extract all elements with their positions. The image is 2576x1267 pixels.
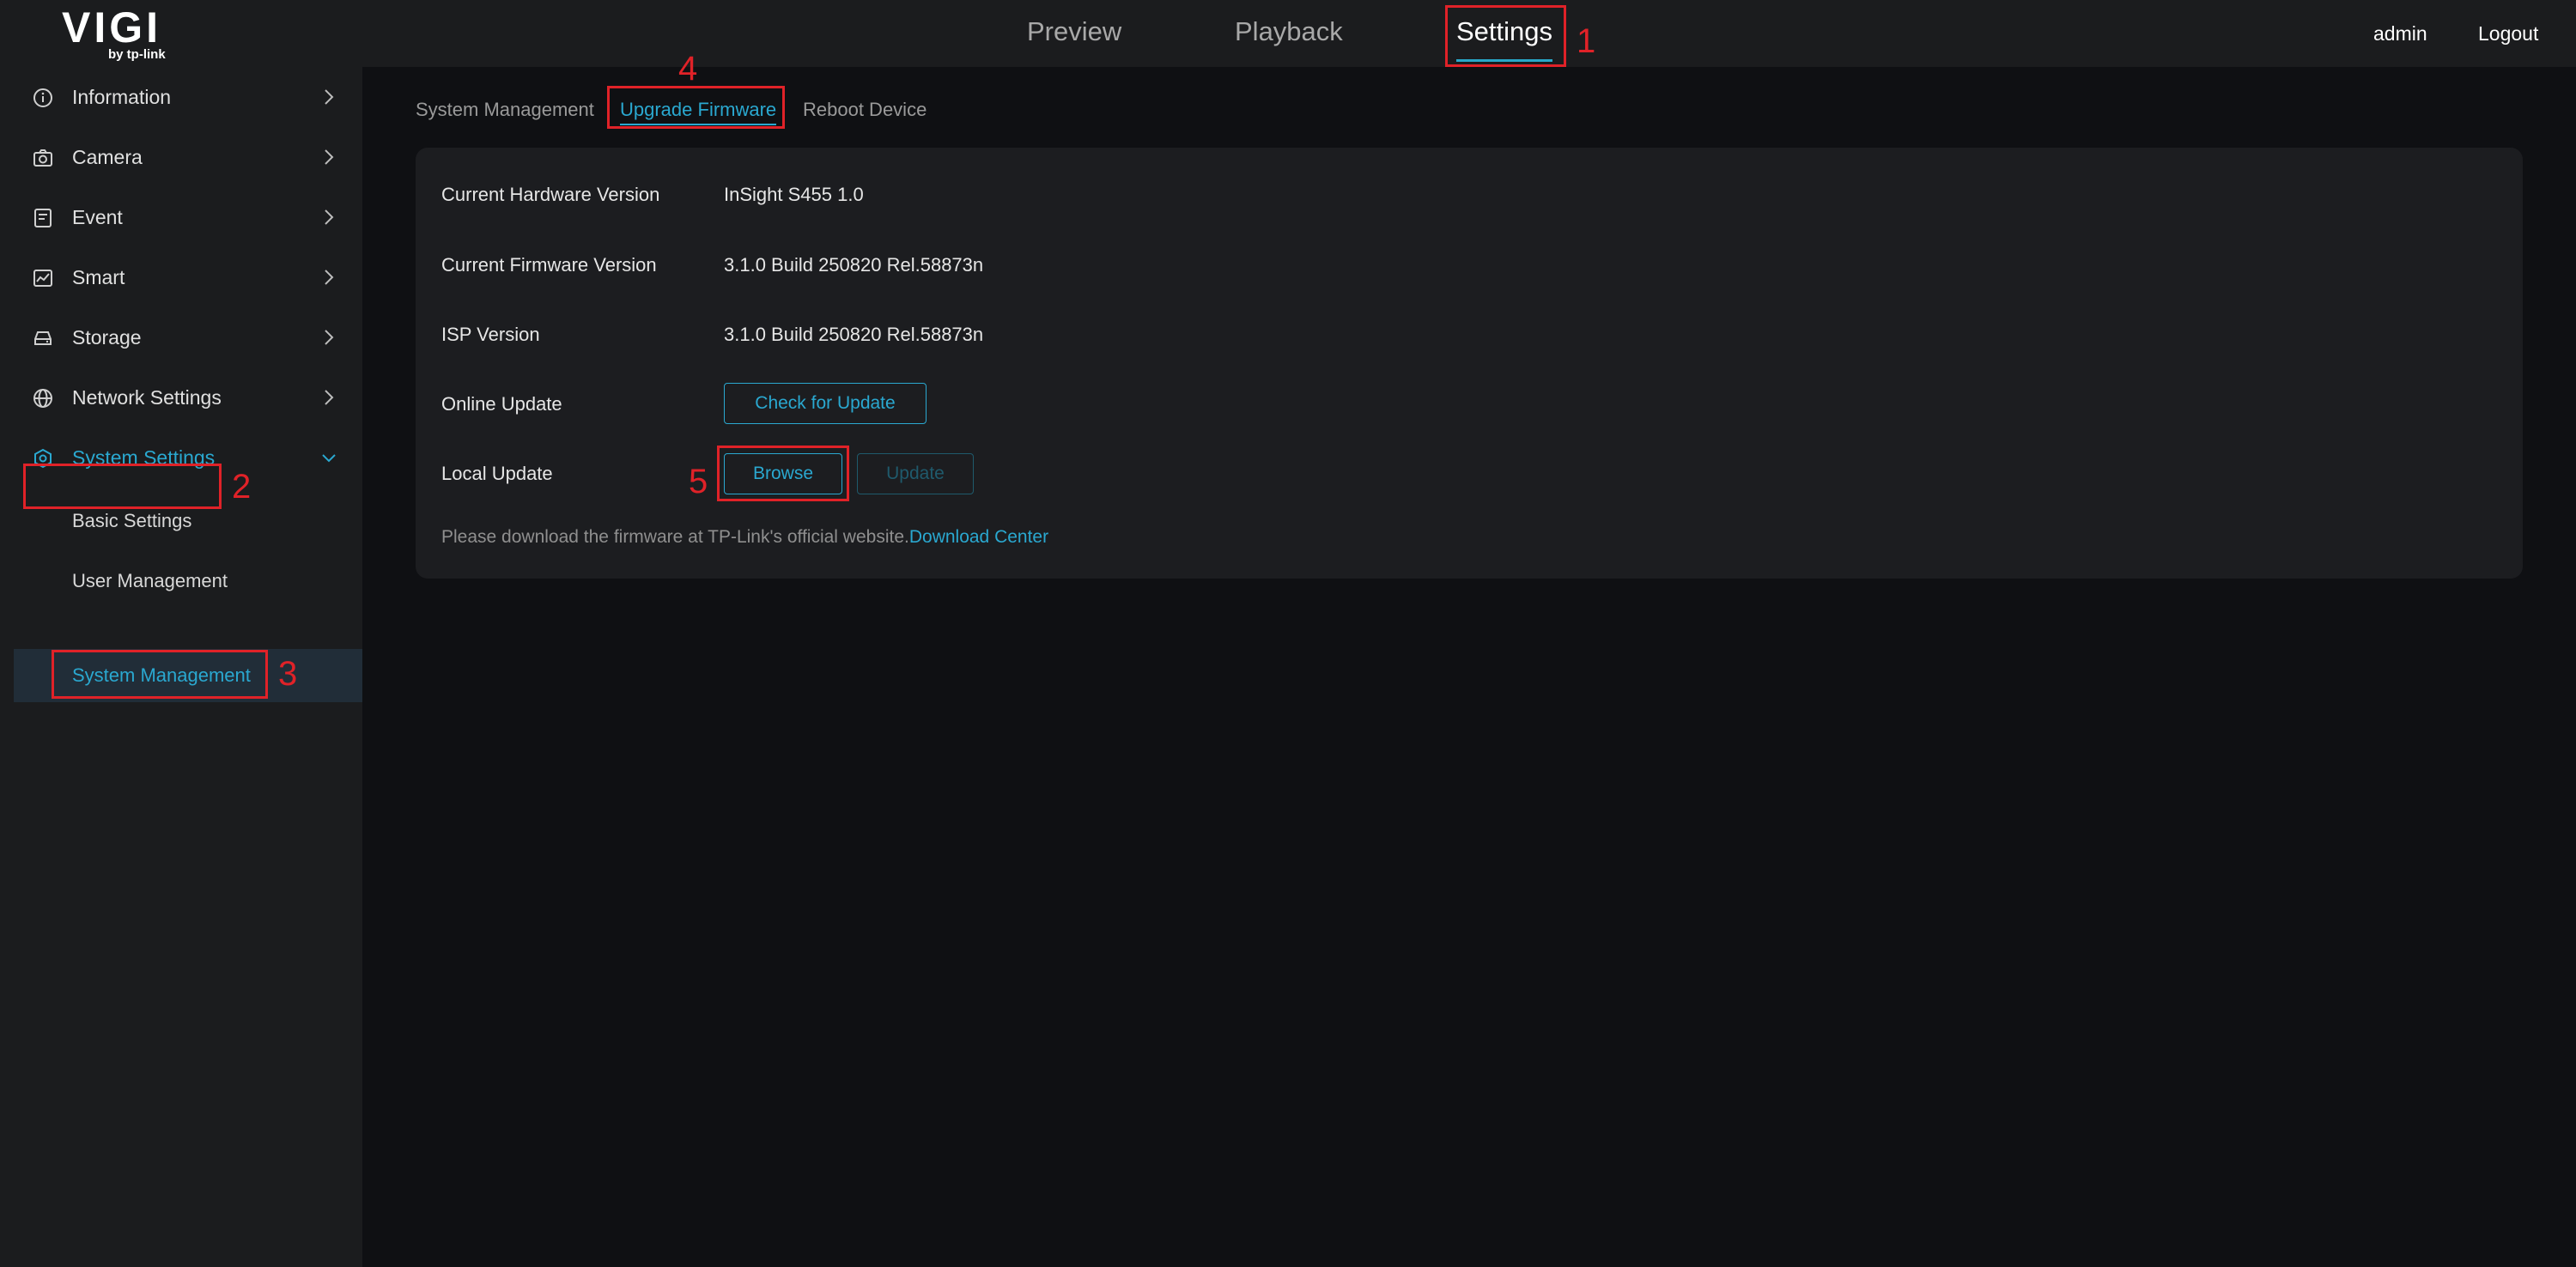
annotation-box-1 (1445, 5, 1566, 67)
annotation-number-4: 4 (678, 50, 698, 88)
online-update-label: Online Update (441, 393, 562, 415)
annotation-number-2: 2 (232, 468, 252, 506)
camera-icon (33, 149, 52, 167)
annotation-number-3: 3 (278, 655, 298, 693)
download-center-link[interactable]: Download Center (909, 527, 1048, 547)
check-for-update-button[interactable]: Check for Update (724, 383, 927, 424)
tab-system-management[interactable]: System Management (416, 91, 594, 129)
chevron-right-icon (325, 270, 334, 285)
annotation-number-5: 5 (689, 463, 708, 500)
sidebar-item-label: Information (72, 86, 172, 108)
top-bar: VIGI by tp-link Preview Playback Setting… (0, 0, 2576, 67)
storage-icon (34, 331, 52, 345)
sidebar-item-label: Event (72, 206, 123, 228)
nav-playback[interactable]: Playback (1235, 0, 1343, 67)
hardware-version-value: InSight S455 1.0 (724, 184, 864, 205)
tab-reboot-device[interactable]: Reboot Device (803, 91, 927, 129)
annotation-box-4 (607, 86, 785, 129)
download-note-text: Please download the firmware at TP-Link'… (441, 527, 909, 547)
logo-main: VIGI (62, 3, 162, 52)
sidebar-item-network-settings[interactable]: Network Settings (0, 367, 362, 427)
sidebar-item-label: Storage (72, 326, 142, 349)
sidebar-item-label: Smart (72, 266, 125, 288)
sidebar-item-label: Network Settings (72, 386, 222, 409)
annotation-box-5 (717, 446, 849, 501)
sidebar-item-label: Camera (72, 146, 143, 168)
chevron-right-icon (325, 89, 334, 105)
event-icon (34, 209, 52, 227)
firmware-version-value: 3.1.0 Build 250820 Rel.58873n (724, 254, 984, 276)
download-note: Please download the firmware at TP-Link'… (441, 527, 1048, 548)
sidebar-item-information[interactable]: Information (0, 67, 362, 127)
vigi-logo: VIGI by tp-link (62, 5, 191, 62)
sidebar-item-smart[interactable]: Smart (0, 247, 362, 307)
firmware-version-label: Current Firmware Version (441, 254, 657, 276)
local-update-label: Local Update (441, 463, 553, 484)
chevron-right-icon (325, 149, 334, 165)
info-icon (33, 88, 52, 107)
sidebar-item-event[interactable]: Event (0, 187, 362, 247)
user-name[interactable]: admin (2373, 0, 2427, 67)
chevron-right-icon (325, 209, 334, 225)
annotation-box-2 (23, 464, 222, 509)
sidebar-item-camera[interactable]: Camera (0, 127, 362, 187)
annotation-number-1: 1 (1577, 22, 1596, 60)
chevron-right-icon (325, 330, 334, 345)
globe-icon (33, 389, 52, 408)
nav-preview[interactable]: Preview (1027, 0, 1121, 67)
isp-version-value: 3.1.0 Build 250820 Rel.58873n (724, 324, 984, 345)
firmware-card: Current Hardware Version InSight S455 1.… (416, 148, 2523, 579)
logo-sub: by tp-link (108, 47, 166, 62)
logout-link[interactable]: Logout (2478, 0, 2538, 67)
annotation-box-3 (52, 650, 268, 699)
sidebar-subitem-label: User Management (72, 570, 228, 591)
chevron-down-icon (322, 454, 336, 463)
chevron-right-icon (325, 390, 334, 405)
update-button[interactable]: Update (857, 453, 974, 494)
sidebar-item-storage[interactable]: Storage (0, 307, 362, 367)
smart-icon (33, 270, 52, 287)
isp-version-label: ISP Version (441, 324, 540, 345)
sidebar-subitem-user-management[interactable]: User Management (14, 555, 362, 608)
hardware-version-label: Current Hardware Version (441, 184, 660, 205)
